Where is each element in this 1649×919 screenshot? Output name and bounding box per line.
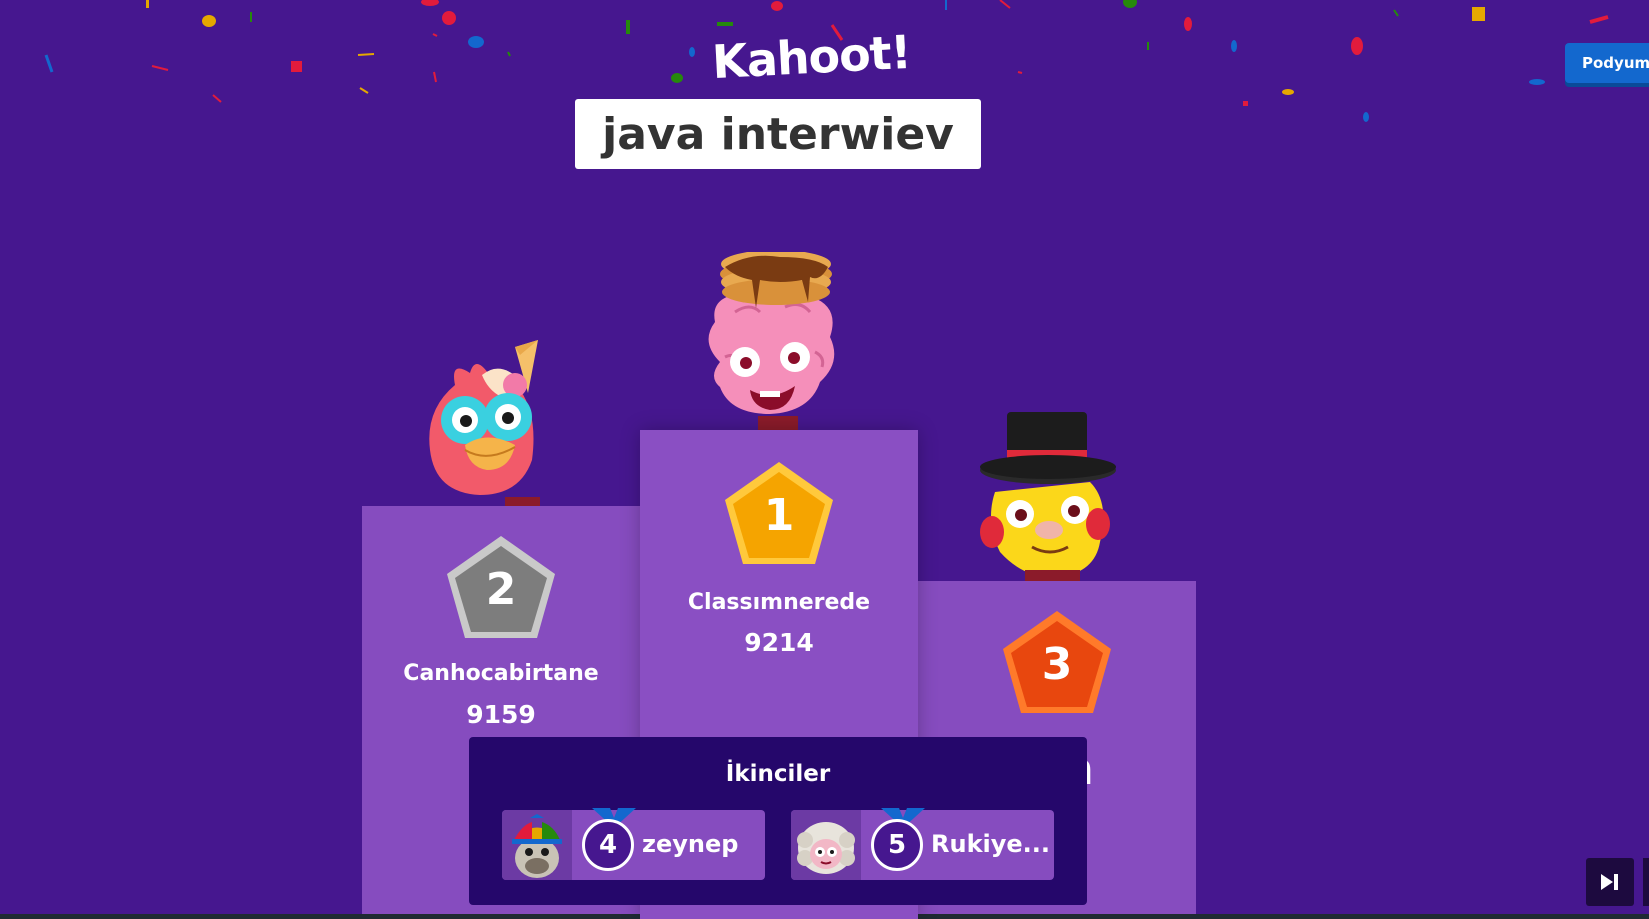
runners-up-title: İkinciler <box>725 761 831 787</box>
runner-up-4: 4 zeynep <box>502 808 765 880</box>
tophat-avatar-icon <box>980 412 1116 582</box>
silver-rank-badge-icon: 2 <box>447 536 555 638</box>
rank-circle-5: 5 <box>871 819 923 871</box>
runner-name-4: zeynep <box>642 830 739 858</box>
quiz-title-box: java interwiev <box>575 99 981 169</box>
podium-second-score: 9159 <box>466 700 536 729</box>
rank-number-1: 1 <box>764 490 795 541</box>
wig-avatar-icon <box>797 822 855 874</box>
skip-next-button[interactable] <box>1586 858 1634 906</box>
podium-second-name: Canhocabirtane <box>403 661 599 686</box>
gold-rank-badge-icon: 1 <box>725 462 833 564</box>
runner-avatar-5 <box>791 810 861 880</box>
podium-button[interactable]: Podyumu <box>1565 43 1649 83</box>
runner-avatar-4 <box>502 810 572 880</box>
bronze-rank-badge-icon: 3 <box>1003 611 1111 713</box>
skip-next-icon <box>1601 874 1618 890</box>
kahoot-logo: Kahoot! <box>710 24 912 90</box>
runner-up-5: 5 Rukiye... <box>791 808 1054 880</box>
podium-button-label: Podyumu <box>1582 54 1649 72</box>
podium-first-score: 9214 <box>744 628 814 657</box>
runner-name-5: Rukiye... <box>931 830 1051 858</box>
propeller-hat-avatar-icon <box>512 814 562 878</box>
podium-first-name: Classımnerede <box>687 590 871 615</box>
parrot-icecream-avatar-icon <box>429 340 540 507</box>
runners-up-panel: İkinciler 4 zeynep 5 Rukiye... <box>469 737 1087 905</box>
rank-circle-4: 4 <box>582 819 634 871</box>
quiz-title: java interwiev <box>602 108 954 160</box>
rank-number-2: 2 <box>486 564 517 615</box>
secondary-control-button[interactable] <box>1643 858 1649 906</box>
brain-pancake-avatar-icon <box>708 252 835 430</box>
rank-number-3: 3 <box>1042 639 1073 690</box>
